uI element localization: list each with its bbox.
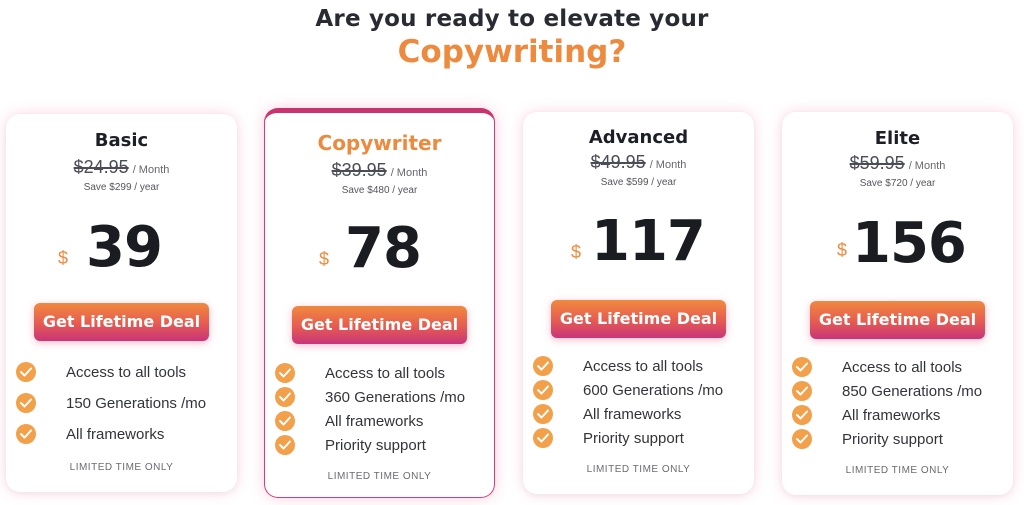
get-lifetime-deal-button[interactable]: Get Lifetime Deal	[551, 300, 726, 338]
per-month-label: / Month	[649, 159, 687, 171]
feature-list: Access to all tools 360 Generations /mo …	[275, 363, 484, 459]
feature-list: Access to all tools 150 Generations /mo …	[16, 362, 227, 455]
old-price: $39.95	[331, 160, 387, 180]
savings-text: Save $299 / year	[83, 182, 160, 193]
check-icon	[533, 428, 553, 448]
old-price-row: $59.95/ Month	[782, 153, 1013, 174]
feature-item: All frameworks	[533, 404, 744, 428]
old-price: $24.95	[73, 157, 129, 177]
old-price: $49.95	[590, 152, 646, 172]
section-heading: Are you ready to elevate your Copywritin…	[0, 6, 1024, 70]
feature-text: 360 Generations /mo	[325, 389, 466, 406]
per-month-label: / Month	[908, 160, 946, 172]
feature-item: 850 Generations /mo	[792, 381, 1003, 405]
old-price-row: $49.95/ Month	[523, 152, 754, 173]
feature-item: Access to all tools	[533, 356, 744, 380]
check-icon	[275, 387, 295, 407]
price-row: $ 156	[782, 210, 1013, 280]
old-price: $59.95	[849, 153, 905, 173]
limited-time-label: LIMITED TIME ONLY	[69, 462, 174, 473]
feature-text: 850 Generations /mo	[842, 383, 983, 400]
feature-item: 600 Generations /mo	[533, 380, 744, 404]
price-amount: 117	[591, 209, 706, 274]
get-lifetime-deal-button[interactable]: Get Lifetime Deal	[810, 301, 985, 339]
feature-item: Priority support	[275, 435, 484, 459]
feature-item: All frameworks	[16, 424, 227, 455]
savings-text: Save $720 / year	[859, 178, 936, 189]
savings-text: Save $599 / year	[600, 177, 677, 188]
pricing-card-advanced: Advanced $49.95/ Month Save $599 / year …	[523, 112, 754, 494]
feature-item: All frameworks	[275, 411, 484, 435]
per-month-label: / Month	[132, 164, 170, 176]
price-row: $ 78	[265, 215, 494, 285]
plan-name: Advanced	[588, 127, 689, 148]
check-icon	[533, 356, 553, 376]
feature-text: Access to all tools	[66, 364, 187, 381]
heading-line-2: Copywriting?	[397, 34, 627, 70]
price-amount: 39	[86, 215, 163, 280]
feature-item: Access to all tools	[16, 362, 227, 393]
limited-time-label: LIMITED TIME ONLY	[327, 471, 432, 482]
currency-symbol: $	[58, 248, 69, 268]
feature-text: Priority support	[842, 431, 943, 448]
feature-item: Priority support	[792, 429, 1003, 453]
feature-item: All frameworks	[792, 405, 1003, 429]
check-icon	[533, 404, 553, 424]
currency-symbol: $	[319, 249, 330, 269]
plan-name: Copywriter	[317, 131, 442, 155]
feature-text: All frameworks	[66, 426, 165, 443]
feature-item: 150 Generations /mo	[16, 393, 227, 424]
check-icon	[16, 424, 36, 444]
check-icon	[275, 363, 295, 383]
check-icon	[792, 429, 812, 449]
check-icon	[275, 435, 295, 455]
pricing-card-basic: Basic $24.95/ Month Save $299 / year $ 3…	[6, 114, 237, 492]
currency-symbol: $	[837, 240, 848, 260]
feature-text: Priority support	[325, 437, 426, 454]
check-icon	[792, 381, 812, 401]
get-lifetime-deal-button[interactable]: Get Lifetime Deal	[34, 303, 209, 341]
feature-item: Priority support	[533, 428, 744, 452]
check-icon	[16, 362, 36, 382]
feature-item: Access to all tools	[792, 357, 1003, 381]
feature-text: Access to all tools	[325, 365, 446, 382]
plan-name: Basic	[94, 130, 149, 151]
feature-text: 600 Generations /mo	[583, 382, 724, 399]
feature-text: All frameworks	[583, 406, 682, 423]
feature-text: All frameworks	[325, 413, 424, 430]
price-row: $ 39	[6, 214, 237, 284]
savings-text: Save $480 / year	[341, 185, 418, 196]
feature-list: Access to all tools 600 Generations /mo …	[533, 356, 744, 452]
pricing-card-elite: Elite $59.95/ Month Save $720 / year $ 1…	[782, 112, 1013, 495]
feature-item: Access to all tools	[275, 363, 484, 387]
feature-text: Access to all tools	[583, 358, 704, 375]
feature-list: Access to all tools 850 Generations /mo …	[792, 357, 1003, 453]
check-icon	[16, 393, 36, 413]
check-icon	[533, 380, 553, 400]
feature-text: 150 Generations /mo	[66, 395, 207, 412]
check-icon	[792, 405, 812, 425]
feature-text: Access to all tools	[842, 359, 963, 376]
feature-text: Priority support	[583, 430, 684, 447]
price-row: $ 117	[523, 208, 754, 278]
pricing-card-copywriter: Copywriter $39.95/ Month Save $480 / yea…	[264, 108, 495, 498]
check-icon	[275, 411, 295, 431]
currency-symbol: $	[571, 242, 582, 262]
check-icon	[792, 357, 812, 377]
limited-time-label: LIMITED TIME ONLY	[845, 465, 950, 476]
price-amount: 156	[852, 211, 967, 276]
price-amount: 78	[345, 216, 422, 281]
per-month-label: / Month	[390, 167, 428, 179]
heading-line-1: Are you ready to elevate your	[315, 6, 709, 32]
get-lifetime-deal-button[interactable]: Get Lifetime Deal	[292, 306, 467, 344]
feature-item: 360 Generations /mo	[275, 387, 484, 411]
limited-time-label: LIMITED TIME ONLY	[586, 464, 691, 475]
feature-text: All frameworks	[842, 407, 941, 424]
plan-name: Elite	[874, 128, 921, 149]
old-price-row: $24.95/ Month	[6, 157, 237, 178]
old-price-row: $39.95/ Month	[265, 160, 494, 181]
